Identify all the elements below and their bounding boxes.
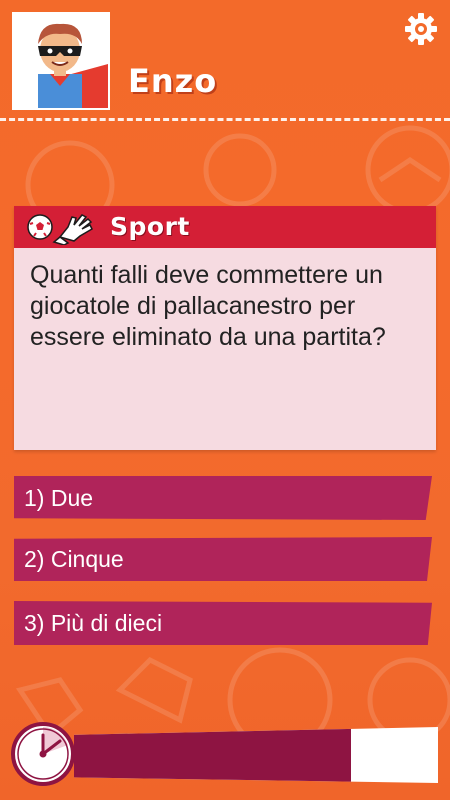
gear-icon [405,13,437,45]
timer-clock [10,721,76,787]
player-avatar [12,12,110,110]
answer-option-1[interactable]: 1) Due [14,476,432,520]
timer-progress-fill [74,727,351,783]
header-divider [0,118,450,121]
answer-option-2[interactable]: 2) Cinque [14,537,432,581]
question-card: Sport Quanti falli deve commettere un gi… [14,206,436,450]
settings-button[interactable] [404,12,438,46]
timer-progress-bar [74,727,438,783]
category-label: Sport [110,212,190,241]
answer-option-3[interactable]: 3) Più di dieci [14,601,432,645]
goalkeeper-glove-icon [52,214,93,245]
category-header: Sport [14,206,436,248]
player-name: Enzo [128,62,218,100]
question-text: Quanti falli deve commettere un giocatol… [30,261,386,351]
soccer-ball-icon [27,214,53,240]
clock-icon [11,722,75,786]
superhero-avatar-icon [14,14,108,108]
category-icons [27,214,93,245]
